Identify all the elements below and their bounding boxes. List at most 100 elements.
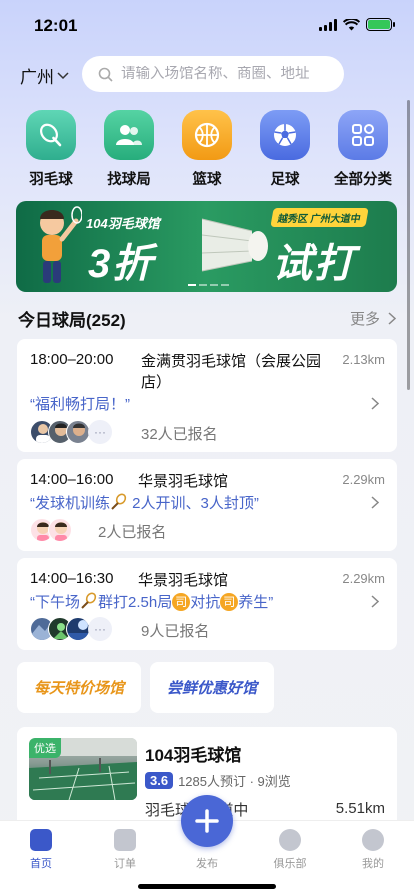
game-description: “下午场 群打2.5h局司对抗司养生”	[30, 591, 273, 612]
category-label: 找球局	[107, 172, 151, 188]
tab-label: 首页	[30, 858, 52, 870]
home-indicator	[138, 884, 276, 889]
participant-avatars	[30, 518, 72, 542]
tab-club[interactable]: 俱乐部	[260, 829, 320, 871]
game-description: “福利畅打局！”	[30, 396, 130, 413]
game-venue: 金满贯羽毛球馆（会展公园店）	[141, 353, 322, 391]
category-basketball[interactable]: 篮球	[168, 110, 246, 189]
chevron-right-icon	[371, 397, 379, 410]
search-icon	[98, 67, 113, 82]
category-soccer[interactable]: 足球	[246, 110, 324, 189]
category-label: 全部分类	[334, 172, 392, 188]
daily-deals-button[interactable]: 每天特价场馆	[17, 662, 141, 713]
badminton-racket-icon	[111, 493, 127, 510]
category-label: 羽毛球	[29, 172, 73, 188]
chevron-right-icon	[371, 595, 379, 608]
category-badminton[interactable]: 羽毛球	[12, 110, 90, 189]
city-selector[interactable]: 广州	[20, 63, 69, 88]
game-venue: 华景羽毛球馆	[138, 572, 229, 589]
venue-photo: 优选	[29, 738, 137, 800]
soccer-icon	[260, 110, 310, 160]
game-distance: 2.29km	[342, 472, 385, 487]
category-grid: 羽毛球 找球局 篮球 足球 全部分类	[0, 110, 414, 189]
banner-trial: 试打	[272, 242, 356, 286]
tab-label: 我的	[362, 858, 384, 870]
search-bar[interactable]	[82, 56, 344, 92]
participant-avatars: ···	[30, 617, 112, 641]
scrollbar[interactable]	[407, 100, 410, 390]
tab-bar: 首页 订单 发布 俱乐部 我的	[0, 795, 414, 896]
orders-icon	[114, 829, 136, 851]
basketball-icon	[182, 110, 232, 160]
venue-rating-row: 3.6 1285人预订 · 9浏览	[145, 771, 291, 790]
category-label: 篮球	[192, 172, 222, 188]
chevron-down-icon	[57, 71, 69, 79]
chevron-right-icon	[371, 496, 379, 509]
battery-icon	[366, 18, 395, 31]
section-title: 今日球局(252)	[18, 311, 126, 330]
rating-badge: 3.6	[145, 772, 174, 789]
game-card[interactable]: 18:00–20:00 金满贯羽毛球馆（会展公园店） 2.13km “福利畅打局…	[17, 339, 397, 452]
featured-tag: 优选	[29, 738, 61, 758]
publish-button[interactable]	[181, 795, 233, 847]
new-venues-button[interactable]: 尝鲜优惠好馆	[150, 662, 274, 713]
tab-label: 发布	[196, 858, 218, 870]
banner-title: 104羽毛球馆	[86, 216, 160, 231]
banner-location-tag: 越秀区 广州大道中	[270, 208, 369, 227]
more-link[interactable]: 更多	[350, 308, 396, 329]
venue-stats: 1285人预订 · 9浏览	[178, 774, 291, 789]
more-avatars-icon: ···	[88, 420, 112, 444]
avatar	[66, 420, 90, 444]
game-card[interactable]: 14:00–16:30 华景羽毛球馆 2.29km “下午场 群打2.5h局司对抗…	[17, 558, 397, 650]
home-icon	[30, 829, 52, 851]
status-bar: 12:01	[0, 0, 414, 50]
avatar	[48, 518, 72, 542]
category-find-game[interactable]: 找球局	[90, 110, 168, 189]
status-time: 12:01	[34, 16, 78, 35]
tab-orders[interactable]: 订单	[95, 829, 155, 871]
game-distance: 2.29km	[342, 571, 385, 586]
game-card[interactable]: 14:00–16:00 华景羽毛球馆 2.29km “发球机训练 2人开训、3人…	[17, 459, 397, 551]
game-time: 18:00–20:00	[30, 351, 114, 368]
plus-icon	[195, 809, 219, 833]
category-all[interactable]: 全部分类	[324, 110, 402, 189]
badge-icon: 司	[220, 593, 239, 611]
venue-distance: 5.51km	[335, 800, 385, 817]
tab-home[interactable]: 首页	[11, 829, 71, 871]
venue-name: 104羽毛球馆	[145, 746, 242, 765]
player-illustration-icon	[40, 206, 82, 283]
badminton-racket-icon	[81, 592, 97, 609]
banner-discount: 3折	[88, 242, 155, 286]
tab-label: 俱乐部	[273, 858, 307, 870]
status-icons	[319, 18, 395, 31]
wifi-icon	[343, 18, 360, 30]
badge-icon: 司	[172, 593, 191, 611]
category-label: 足球	[270, 172, 300, 188]
game-distance: 2.13km	[342, 352, 385, 367]
avatar	[66, 617, 90, 641]
today-games-header: 今日球局(252) 更多	[18, 306, 396, 330]
people-icon	[104, 110, 154, 160]
tab-profile[interactable]: 我的	[343, 829, 403, 871]
grid-icon	[338, 110, 388, 160]
signup-count: 9人已报名	[141, 623, 210, 640]
search-input[interactable]	[121, 66, 331, 82]
promo-label: 尝鲜优惠好馆	[166, 680, 257, 697]
participant-avatars: ···	[30, 420, 112, 444]
signup-count: 2人已报名	[98, 524, 167, 541]
shuttlecock-icon	[26, 110, 76, 160]
header: 广州	[0, 56, 414, 92]
signal-icon	[319, 18, 337, 31]
chevron-right-icon	[388, 312, 396, 325]
game-venue: 华景羽毛球馆	[138, 473, 229, 490]
banner-pager	[188, 284, 229, 286]
tab-label: 订单	[114, 858, 136, 870]
promo-banner[interactable]: 104羽毛球馆 3折 试打 越秀区 广州大道中	[16, 201, 397, 292]
shuttlecock-icon	[201, 218, 268, 272]
more-avatars-icon: ···	[88, 617, 112, 641]
signup-count: 32人已报名	[141, 426, 218, 443]
game-time: 14:00–16:30	[30, 570, 114, 587]
game-time: 14:00–16:00	[30, 471, 114, 488]
club-icon	[279, 829, 301, 851]
city-label: 广州	[20, 68, 54, 87]
